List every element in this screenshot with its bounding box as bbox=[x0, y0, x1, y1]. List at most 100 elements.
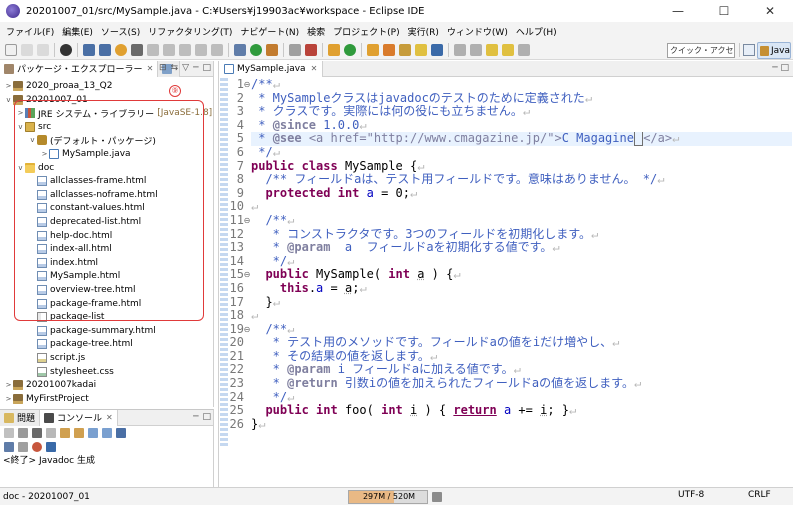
tab-package-explorer[interactable]: パッケージ・エクスプローラー ✕ bbox=[0, 60, 159, 77]
fold-collapse-icon[interactable]: ⊖ bbox=[243, 268, 251, 282]
code-line[interactable]: * クラスです。実際には何の役にも立ちません。↵ bbox=[251, 105, 792, 119]
code-line[interactable]: /**↵ bbox=[251, 214, 792, 228]
code-line[interactable]: * @param a フィールドaを初期化する値です。↵ bbox=[251, 241, 792, 255]
external-tools-icon[interactable] bbox=[115, 43, 127, 56]
show-on-stderr-icon[interactable] bbox=[102, 428, 112, 438]
collapse-all-icon[interactable]: ⊟ bbox=[159, 63, 167, 73]
tab-problems[interactable]: 問題 bbox=[0, 409, 41, 426]
code-line[interactable]: * テスト用のメソッドです。フィールドaの値をiだけ増やし、↵ bbox=[251, 336, 792, 350]
last-edit-location-icon[interactable] bbox=[486, 43, 498, 56]
run-external-icon[interactable] bbox=[266, 43, 278, 56]
code-text[interactable]: /**↵ * MySampleクラスはjavadocのテストのために定義された↵… bbox=[251, 78, 792, 431]
code-line[interactable]: /** フィールドaは、テスト用フィールドです。意味はありません。 */↵ bbox=[251, 173, 792, 187]
tree-item-item[interactable]: v (デフォルト・パッケージ) bbox=[0, 133, 159, 147]
code-line[interactable]: public class MySample {↵ bbox=[251, 160, 792, 174]
minimize-view-icon[interactable]: ─ bbox=[193, 63, 198, 73]
settings-icon[interactable] bbox=[46, 442, 56, 452]
code-line[interactable]: * @param i フィールドaに加える値です。↵ bbox=[251, 363, 792, 377]
terminate-icon[interactable] bbox=[4, 428, 14, 438]
tree-item-overview-tree-html[interactable]: overview-tree.html bbox=[0, 283, 139, 297]
fold-collapse-icon[interactable]: ⊖ bbox=[243, 323, 251, 337]
tree-item-jre[interactable]: > JRE システム・ライブラリー [JavaSE-1.8] bbox=[0, 106, 212, 120]
tree-item-package-frame-html[interactable]: package-frame.html bbox=[0, 297, 144, 311]
tree-item-package-summary-html[interactable]: package-summary.html bbox=[0, 324, 159, 338]
chevron-down-icon[interactable]: v bbox=[16, 123, 25, 131]
garbage-collect-icon[interactable] bbox=[432, 492, 442, 502]
new-class-icon[interactable] bbox=[344, 43, 356, 56]
tree-item-constant-values-html[interactable]: constant-values.html bbox=[0, 201, 148, 215]
debug-icon[interactable] bbox=[234, 43, 246, 56]
maximize-view-icon[interactable]: □ bbox=[202, 63, 211, 73]
code-line[interactable]: * MySampleクラスはjavadocのテストのために定義された↵ bbox=[251, 92, 792, 106]
code-line[interactable]: * @return 引数iの値を加えられたフィールドaの値を返します。↵ bbox=[251, 377, 792, 391]
menu-item[interactable]: 検索 bbox=[303, 25, 329, 38]
drop-frame-icon[interactable] bbox=[195, 43, 207, 56]
menu-item[interactable]: プロジェクト(P) bbox=[329, 25, 403, 38]
previous-annotation-icon[interactable] bbox=[470, 43, 482, 56]
minimize-view-icon[interactable]: ─ bbox=[193, 412, 198, 422]
menu-item[interactable]: リファクタリング(T) bbox=[144, 25, 236, 38]
tree-item-2020-proaa-13-q2[interactable]: >2020_proaa_13_Q2 bbox=[0, 79, 115, 93]
maximize-view-icon[interactable]: □ bbox=[202, 412, 211, 422]
close-icon[interactable]: ✕ bbox=[311, 64, 318, 73]
chevron-right-icon[interactable]: > bbox=[40, 150, 49, 158]
display-console-icon[interactable] bbox=[4, 442, 14, 452]
use-step-filters-icon[interactable] bbox=[211, 43, 223, 56]
minimize-view-icon[interactable]: ─ bbox=[772, 63, 777, 73]
tree-item-allclasses-noframe-html[interactable]: allclasses-noframe.html bbox=[0, 188, 161, 202]
new-java-project-icon[interactable] bbox=[305, 43, 317, 56]
save-all-icon[interactable] bbox=[37, 43, 49, 56]
tree-item-20201007kadai[interactable]: >20201007kadai bbox=[0, 378, 99, 392]
java-perspective-button[interactable]: Java bbox=[757, 42, 791, 59]
tree-item-index-html[interactable]: index.html bbox=[0, 256, 101, 270]
menu-item[interactable]: 実行(R) bbox=[404, 25, 443, 38]
debug-tools-icon[interactable] bbox=[131, 43, 143, 56]
search-icon[interactable] bbox=[399, 43, 411, 56]
code-line[interactable]: this.a = a;↵ bbox=[251, 282, 792, 296]
chevron-right-icon[interactable]: > bbox=[16, 109, 25, 117]
fold-collapse-icon[interactable]: ⊖ bbox=[243, 78, 251, 92]
tab-mysample-java[interactable]: MySample.java ✕ bbox=[219, 60, 324, 77]
menu-item[interactable]: ナビゲート(N) bbox=[236, 25, 303, 38]
save-icon[interactable] bbox=[21, 43, 33, 56]
stop-icon[interactable] bbox=[32, 442, 42, 452]
run-icon[interactable] bbox=[250, 43, 262, 56]
tree-item-mysample-html[interactable]: MySample.html bbox=[0, 269, 123, 283]
toggle-block-selection-icon[interactable] bbox=[431, 43, 443, 56]
remove-all-icon[interactable] bbox=[32, 428, 42, 438]
code-line[interactable]: * @see <a href="http://www.cmagazine.jp/… bbox=[251, 132, 792, 146]
chevron-down-icon[interactable]: v bbox=[4, 96, 13, 104]
menu-item[interactable]: ファイル(F) bbox=[2, 25, 58, 38]
code-line[interactable]: }↵ bbox=[251, 418, 792, 432]
code-line[interactable]: */↵ bbox=[251, 146, 792, 160]
heap-status[interactable]: 297M / 520M bbox=[348, 490, 428, 504]
code-line[interactable]: /**↵ bbox=[251, 323, 792, 337]
tree-item-myfirstproject[interactable]: > MyFirstProject bbox=[0, 392, 92, 406]
tab-console[interactable]: コンソール ✕ bbox=[40, 409, 118, 426]
new-package-icon[interactable] bbox=[328, 43, 340, 56]
open-console-icon[interactable] bbox=[18, 442, 28, 452]
show-on-stdout-icon[interactable] bbox=[88, 428, 98, 438]
word-wrap-icon[interactable] bbox=[74, 428, 84, 438]
new-icon[interactable] bbox=[5, 43, 17, 56]
tree-item-doc[interactable]: v doc bbox=[0, 161, 57, 175]
remove-launch-icon[interactable] bbox=[18, 428, 28, 438]
menu-item[interactable]: ヘルプ(H) bbox=[512, 25, 561, 38]
console-icon[interactable] bbox=[99, 43, 111, 56]
tree-item-script-js[interactable]: script.js bbox=[0, 351, 88, 365]
back-icon[interactable] bbox=[502, 43, 514, 56]
menu-item[interactable]: ソース(S) bbox=[97, 25, 144, 38]
step-return-icon[interactable] bbox=[179, 43, 191, 56]
tree-item-deprecated-list-html[interactable]: deprecated-list.html bbox=[0, 215, 144, 229]
step-over-icon[interactable] bbox=[163, 43, 175, 56]
view-menu-icon[interactable]: ▽ bbox=[182, 63, 189, 73]
code-line[interactable]: * @since 1.0.0↵ bbox=[251, 119, 792, 133]
code-line[interactable]: * その結果の値を返します。↵ bbox=[251, 350, 792, 364]
menu-item[interactable]: 編集(E) bbox=[58, 25, 97, 38]
code-area[interactable]: 1 2 3 4 5 6 7 8 9 10 11 12 13 14 15 16 17 18 19 20 21 22 23 24 2… bbox=[219, 78, 792, 487]
code-line[interactable]: public MySample( int a ) {↵ bbox=[251, 268, 792, 282]
quick-access-input[interactable]: クイック・アクセス bbox=[667, 43, 735, 58]
fold-collapse-icon[interactable]: ⊖ bbox=[243, 214, 251, 228]
tree-item-stylesheet-css[interactable]: stylesheet.css bbox=[0, 365, 117, 379]
next-annotation-icon[interactable] bbox=[454, 43, 466, 56]
